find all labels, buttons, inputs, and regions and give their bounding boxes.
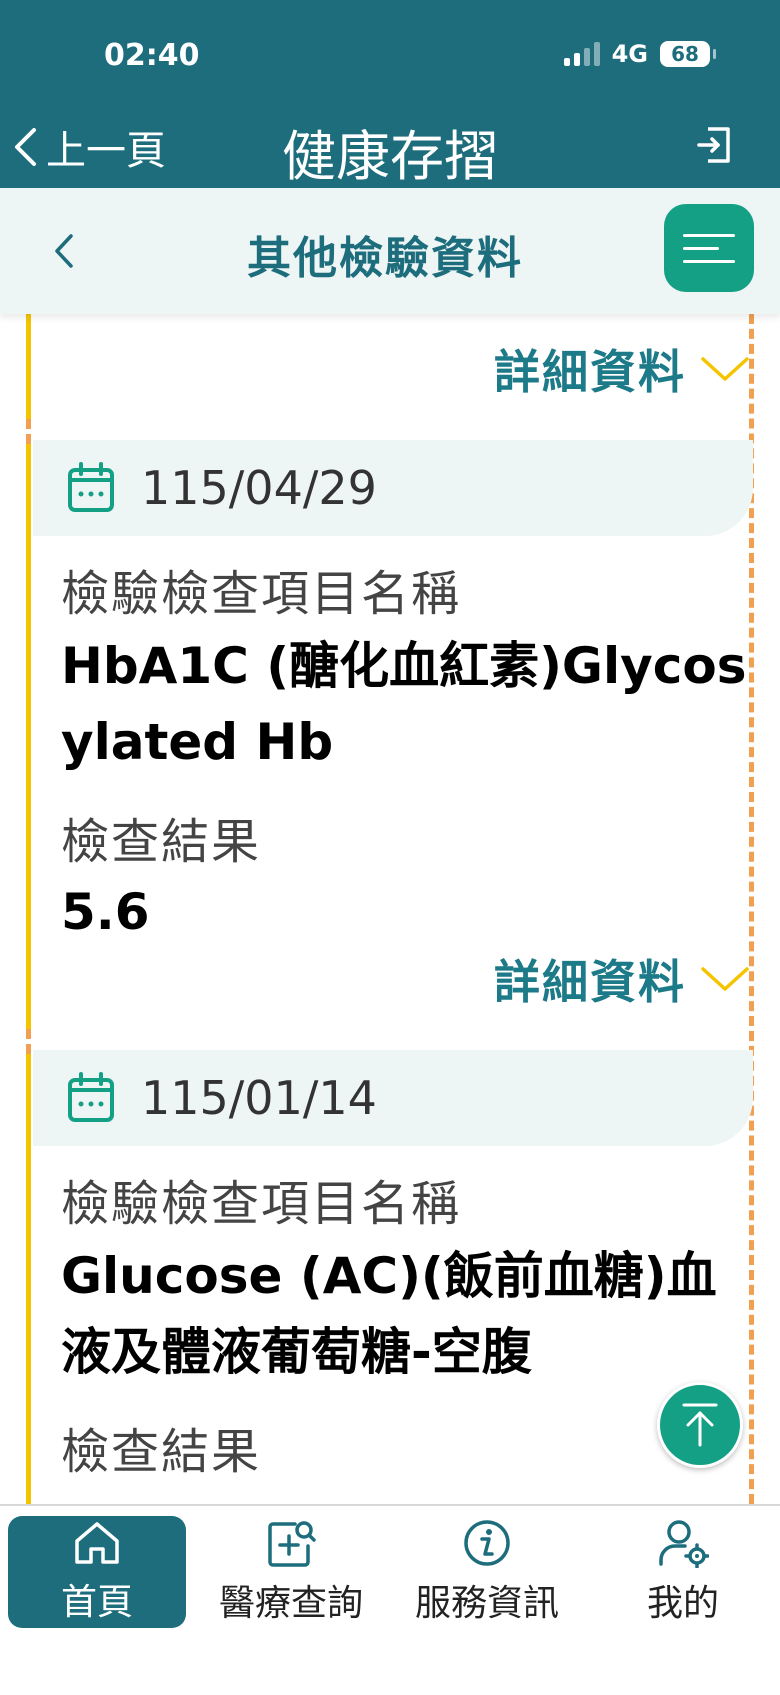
logout-icon[interactable] [696,126,732,164]
network-type: 4G [611,40,648,68]
menu-icon [683,233,735,237]
record-accent-bar [26,1054,31,1504]
arrow-up-icon [682,1403,718,1447]
section-header: 其他檢驗資料 [0,188,780,314]
item-name-value: Glucose (AC)(飯前血糖)血液及體液葡萄糖-空腹 [61,1247,717,1381]
item-name-value: HbA1C (醣化血紅素)Glycosylated Hb [61,637,747,771]
calendar-icon [68,1072,114,1122]
nav-item-medical-search[interactable]: 醫療查詢 [202,1516,380,1628]
nav-label: 醫療查詢 [218,1583,363,1624]
record-date: 115/04/29 [141,461,377,515]
nav-label: 服務資訊 [414,1583,559,1624]
nav-item-me[interactable]: 我的 [594,1516,772,1628]
scroll-to-top-button[interactable] [657,1382,743,1468]
record-accent-bar [26,444,31,1029]
detail-link-label: 詳細資料 [494,345,686,399]
record-date-row: 115/04/29 [33,440,753,536]
list-item[interactable]: 115/04/29 檢驗檢查項目名稱 HbA1C (醣化血紅素)Glycosyl… [33,440,753,950]
list-item[interactable]: 115/01/14 檢驗檢查項目名稱 Glucose (AC)(飯前血糖)血液及… [33,1050,753,1482]
item-name-label: 檢驗檢查項目名稱 [61,1176,462,1232]
battery-icon: 68 [660,41,716,67]
home-icon [75,1522,119,1564]
timeline-connector [26,419,31,444]
nav-label: 首頁 [60,1582,133,1623]
nav-item-home[interactable]: 首頁 [8,1516,186,1628]
app-header: 02:40 4G 68 上一頁 健康存摺 [0,0,780,188]
chevron-down-icon [701,967,749,991]
detail-link[interactable]: 詳細資料 [494,336,750,402]
result-label: 檢查結果 [61,1424,262,1480]
record-date: 115/01/14 [141,1071,377,1125]
records-list[interactable]: 詳細資料 115/04/29 檢驗檢查項目名稱 HbA1C (醣化血紅素)Gly… [0,314,780,1504]
detail-link[interactable]: 詳細資料 [494,946,750,1012]
record-accent-bar [26,314,31,419]
record-date-row: 115/01/14 [33,1050,753,1146]
page-title: 其他檢驗資料 [247,233,523,284]
info-icon [464,1520,510,1566]
nav-item-service-info[interactable]: 服務資訊 [398,1516,576,1628]
status-time: 02:40 [104,38,200,73]
result-label: 檢查結果 [61,814,262,870]
timeline-connector [26,1029,31,1054]
app-title: 健康存摺 [282,125,498,188]
menu-button[interactable] [664,204,754,292]
detail-link-label: 詳細資料 [494,955,686,1009]
nav-label: 我的 [646,1583,719,1624]
status-indicators: 4G 68 [563,40,716,68]
result-value: 5.6 [61,883,150,941]
item-name-label: 檢驗檢查項目名稱 [61,566,462,622]
signal-icon [563,42,600,66]
user-settings-icon [659,1520,709,1568]
bottom-navigation: 首頁 醫療查詢 服務資訊 我的 [0,1504,780,1695]
calendar-icon [68,462,114,512]
medical-search-icon [268,1521,316,1567]
chevron-down-icon [701,357,749,381]
